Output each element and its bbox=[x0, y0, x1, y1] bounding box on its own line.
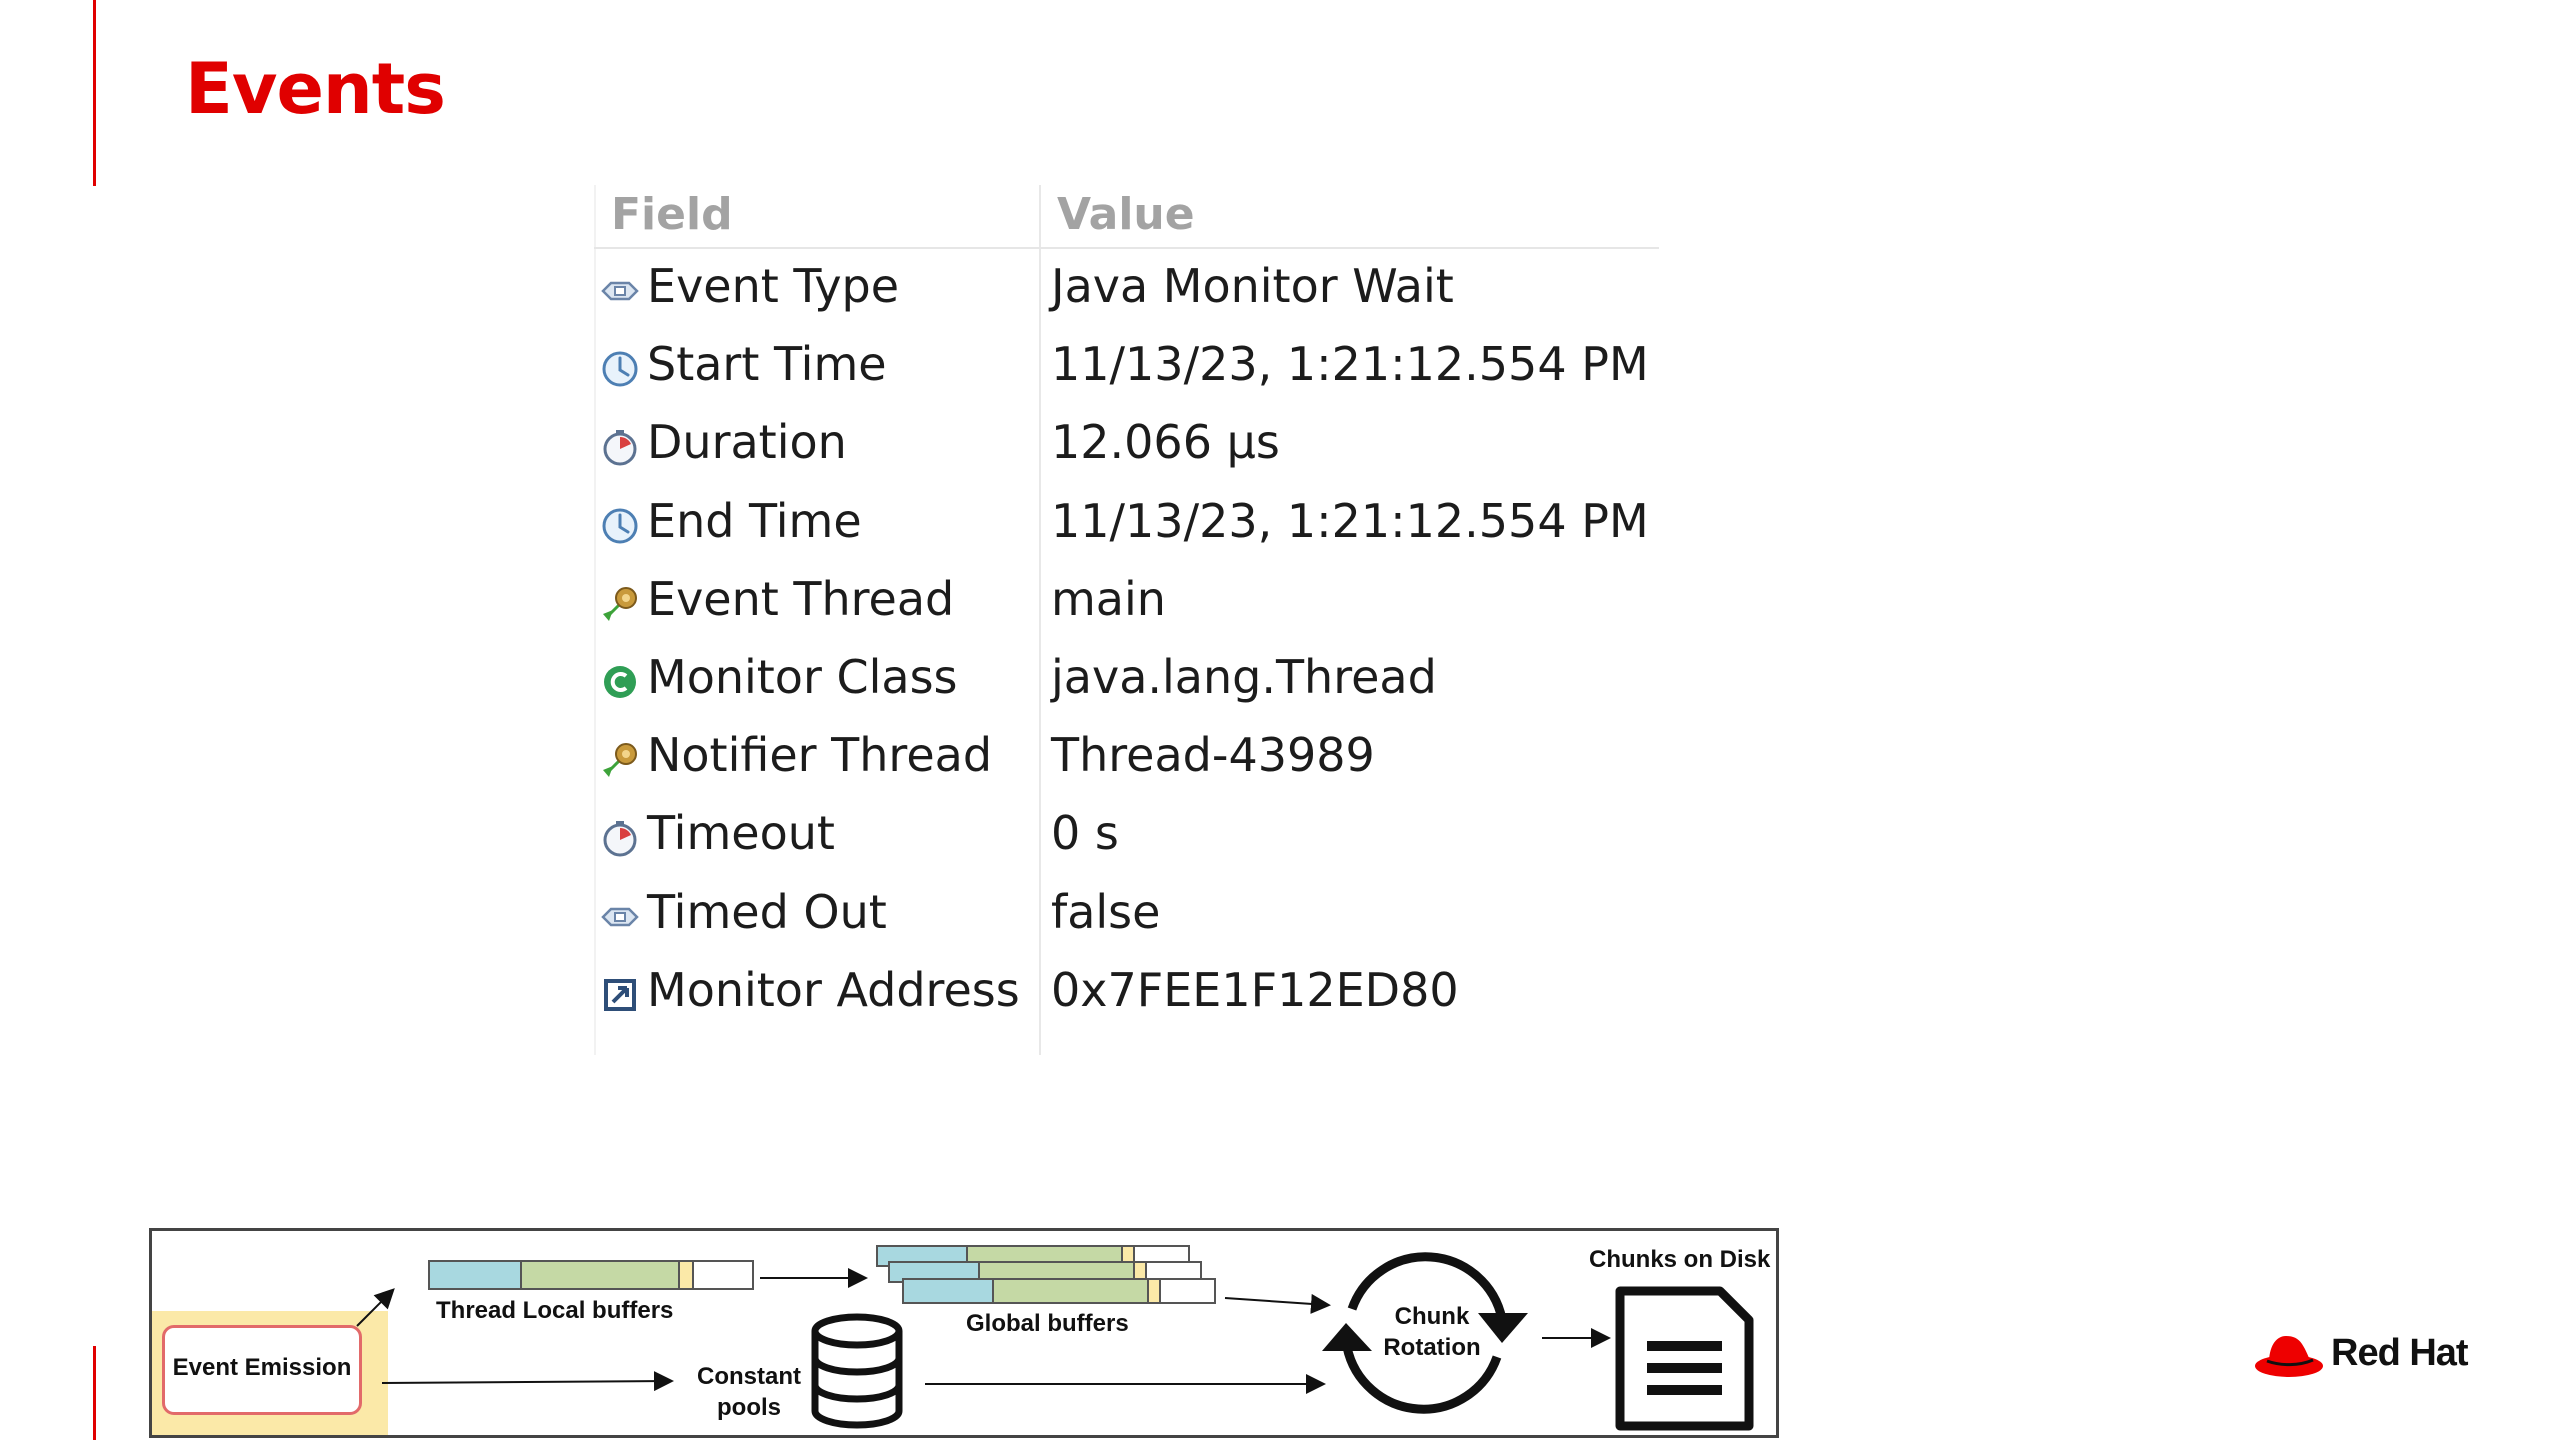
table-row[interactable]: Timed Out false bbox=[594, 879, 1659, 957]
stopwatch-icon bbox=[600, 427, 640, 467]
chunks-on-disk-document-icon bbox=[1615, 1286, 1754, 1431]
field-value: 11/13/23, 1:21:12.554 PM bbox=[1051, 493, 1649, 548]
stopwatch-icon bbox=[600, 818, 640, 858]
field-value: false bbox=[1051, 884, 1161, 939]
red-hat-logo: Red Hat bbox=[2253, 1326, 2469, 1384]
header-separator bbox=[594, 247, 1659, 249]
table-row[interactable]: Timeout 0 s bbox=[594, 800, 1659, 878]
clock-icon bbox=[600, 349, 640, 389]
table-row[interactable]: End Time 11/13/23, 1:21:12.554 PM bbox=[594, 488, 1659, 566]
recording-pipeline-diagram: Event Emission Thread Local buffers Glob… bbox=[149, 1228, 1779, 1438]
column-header-value[interactable]: Value bbox=[1057, 189, 1195, 240]
constant-pool-database-icon bbox=[811, 1313, 903, 1429]
event-type-icon bbox=[600, 271, 640, 311]
field-value: 12.066 µs bbox=[1051, 415, 1280, 470]
chunk-rotation-label-line2: Rotation bbox=[1383, 1334, 1481, 1361]
chunk-rotation-label-line1: Chunk bbox=[1394, 1303, 1470, 1330]
field-name: Monitor Address bbox=[647, 962, 1020, 1017]
table-row[interactable]: Duration 12.066 µs bbox=[594, 409, 1659, 487]
field-value: 0 s bbox=[1051, 806, 1119, 861]
field-value: java.lang.Thread bbox=[1051, 650, 1437, 704]
field-name: Timeout bbox=[647, 806, 835, 861]
table-row[interactable]: Event Type Java Monitor Wait bbox=[594, 253, 1659, 331]
field-value: main bbox=[1051, 571, 1166, 626]
red-hat-fedora-icon bbox=[2255, 1336, 2323, 1377]
thread-local-buffer-bar bbox=[428, 1260, 754, 1290]
address-icon bbox=[600, 975, 640, 1015]
table-row[interactable]: Monitor Class java.lang.Thread bbox=[594, 644, 1659, 722]
field-name: Monitor Class bbox=[647, 650, 958, 704]
column-header-field[interactable]: Field bbox=[611, 189, 733, 240]
page-title: Events bbox=[185, 48, 446, 130]
table-row[interactable]: Event Thread main bbox=[594, 566, 1659, 644]
field-value: Java Monitor Wait bbox=[1051, 259, 1454, 313]
field-name: Notifier Thread bbox=[647, 728, 993, 783]
thread-local-buffers-label: Thread Local buffers bbox=[436, 1297, 674, 1324]
constant-pools-label-line2: pools bbox=[717, 1394, 781, 1421]
field-value: Thread-43989 bbox=[1051, 728, 1375, 783]
chunk-rotation-label: Chunk Rotation bbox=[1372, 1301, 1492, 1363]
thread-icon bbox=[600, 584, 640, 624]
field-value: 11/13/23, 1:21:12.554 PM bbox=[1051, 337, 1649, 392]
table-row[interactable]: Notifier Thread Thread-43989 bbox=[594, 722, 1659, 800]
table-row[interactable]: Monitor Address 0x7FEE1F12ED80 bbox=[594, 957, 1659, 1035]
table-row[interactable]: Start Time 11/13/23, 1:21:12.554 PM bbox=[594, 331, 1659, 409]
constant-pools-label: Constant pools bbox=[684, 1361, 814, 1423]
thread-icon bbox=[600, 740, 640, 780]
global-buffers-stack bbox=[876, 1245, 1216, 1304]
global-buffers-label: Global buffers bbox=[966, 1310, 1129, 1337]
brand-name: Red Hat bbox=[2331, 1332, 2469, 1374]
accent-bar-bottom bbox=[93, 1346, 96, 1440]
constant-pools-label-line1: Constant bbox=[697, 1363, 801, 1390]
field-value: 0x7FEE1F12ED80 bbox=[1051, 962, 1459, 1017]
chunks-on-disk-label: Chunks on Disk bbox=[1589, 1246, 1771, 1273]
class-icon bbox=[600, 662, 640, 702]
event-type-icon bbox=[600, 897, 640, 937]
field-name: Duration bbox=[647, 415, 847, 470]
field-name: Start Time bbox=[647, 337, 887, 392]
field-name: Event Thread bbox=[647, 571, 955, 626]
field-name: Event Type bbox=[647, 259, 900, 313]
field-name: Timed Out bbox=[647, 884, 887, 939]
event-properties-table: Field Value Event Type Java Monitor Wait S… bbox=[594, 185, 1659, 1055]
clock-icon bbox=[600, 506, 640, 546]
field-name: End Time bbox=[647, 493, 862, 548]
accent-bar-top bbox=[93, 0, 96, 186]
diagram-graphics bbox=[356, 1245, 1754, 1431]
